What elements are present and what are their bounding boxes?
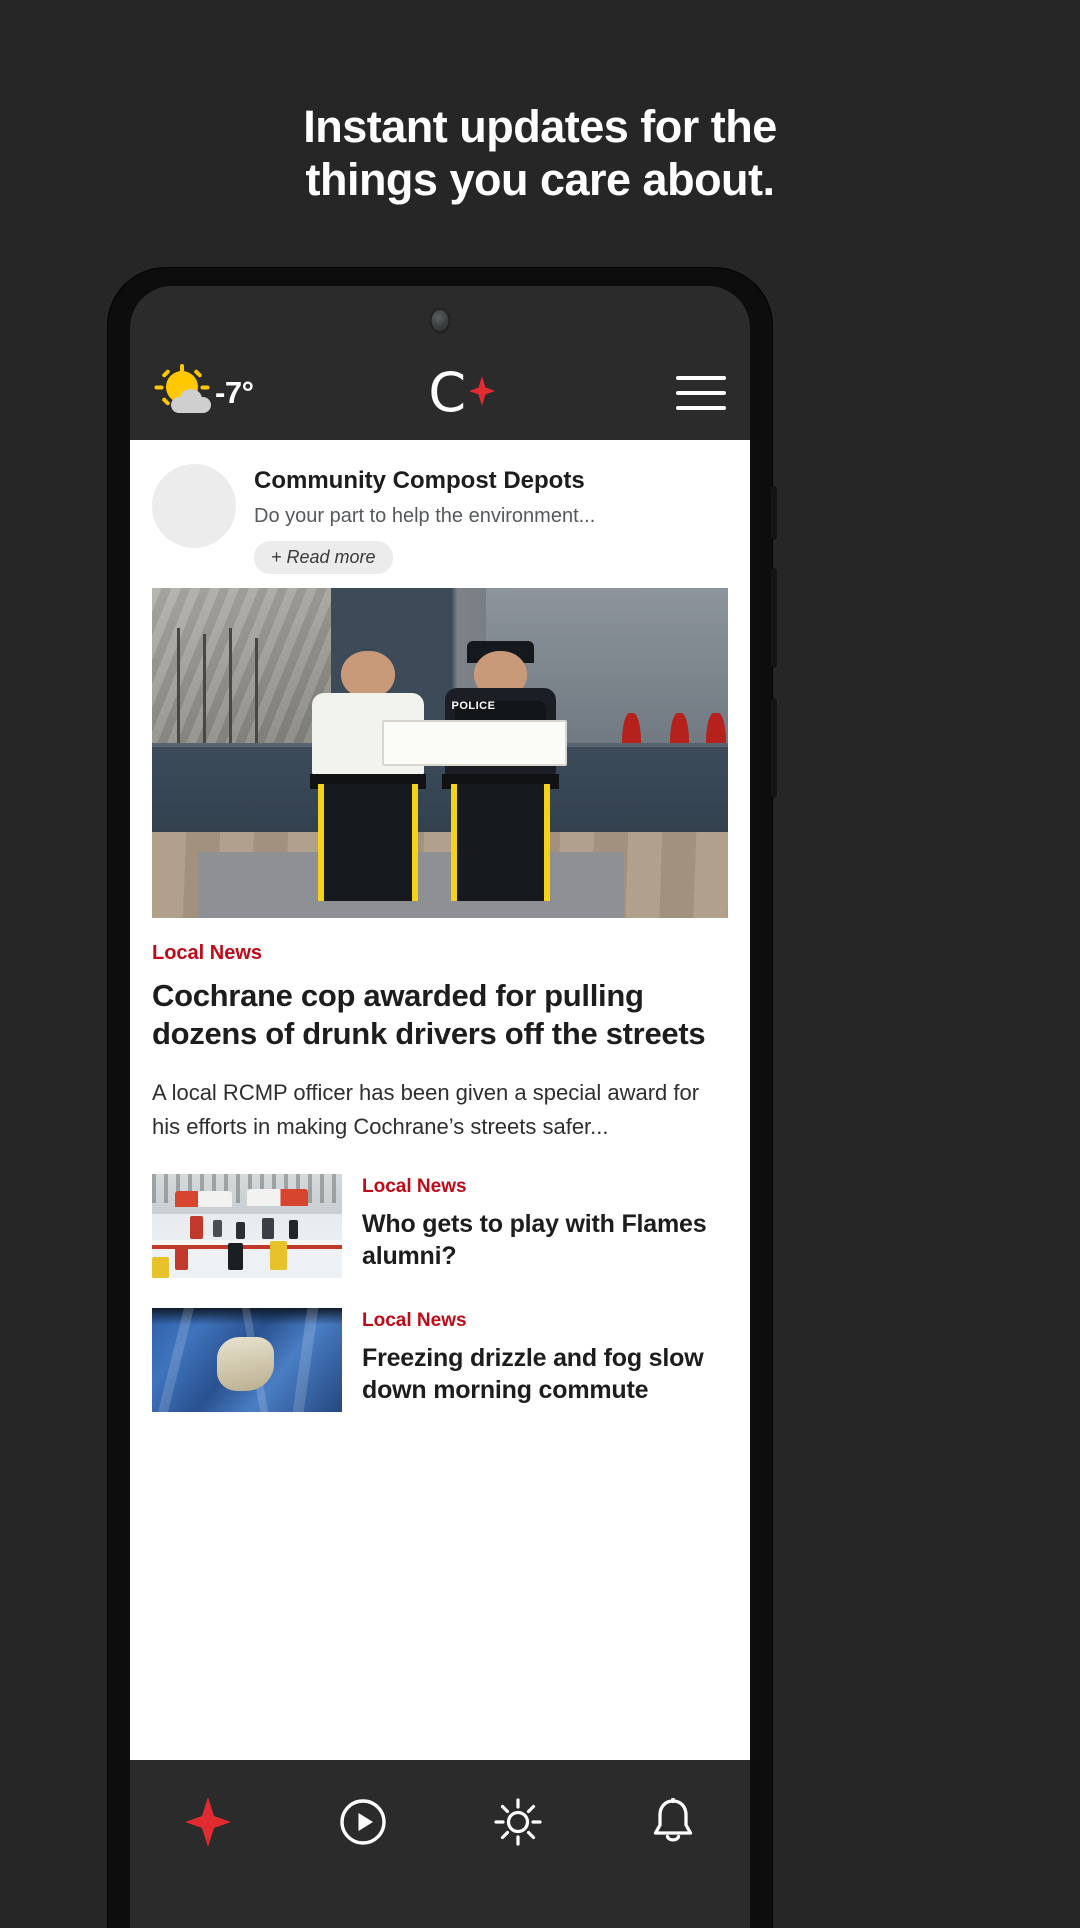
app-header: -7° C [130,346,750,440]
nav-item-weather[interactable] [440,1792,595,1856]
promo-headline-line-2: things you care about. [305,154,775,206]
featured-article-excerpt: A local RCMP officer has been given a sp… [152,1079,700,1139]
list-item-category[interactable]: Local News [362,1310,728,1332]
front-camera-icon [431,310,449,331]
nav-item-video[interactable] [285,1792,440,1856]
photo-police-label: POLICE [451,700,496,713]
article-thumbnail-tarp [152,1308,342,1413]
list-item[interactable]: Local News Who gets to play with Flames … [152,1174,728,1279]
nav-item-notifications[interactable] [595,1792,750,1856]
read-more-button[interactable]: + Read more [254,541,393,574]
compost-promo-subtitle: Do your part to help the environment... [254,505,596,527]
compost-promo-avatar [152,464,236,548]
weather-widget[interactable]: -7° [154,364,254,419]
promo-headline-line-1: Instant updates for the [303,101,777,152]
list-item[interactable]: Local News Freezing drizzle and fog slow… [152,1308,728,1413]
phone-side-button-volume [771,568,777,668]
compost-promo-card[interactable]: Community Compost Depots Do your part to… [130,440,750,588]
weather-sun-icon [493,1797,542,1851]
list-item-category[interactable]: Local News [362,1176,728,1198]
featured-article[interactable]: POLICE Local News Cochrane cop awarded f… [130,588,750,1144]
list-item-title[interactable]: Freezing drizzle and fog slow down morni… [362,1343,728,1406]
photo-award-certificate [382,720,567,767]
hamburger-menu-icon[interactable] [676,372,726,414]
compost-promo-title: Community Compost Depots [254,467,585,494]
sparkle-icon [184,1796,231,1852]
photo-officer-left [308,650,429,902]
phone-screen: -7° C Community Compost Depots Do your p… [130,286,750,1928]
list-item-title[interactable]: Who gets to play with Flames alumni? [362,1209,728,1272]
bottom-navigation-bar [130,1760,750,1928]
featured-article-title[interactable]: Cochrane cop awarded for pulling dozens … [152,977,728,1054]
app-logo-letter: C [428,361,467,424]
phone-side-button-power [771,698,777,798]
article-thumbnail-hockey [152,1174,342,1279]
play-circle-icon [339,1798,386,1850]
article-list: Local News Who gets to play with Flames … [130,1144,750,1413]
sparkle-icon [469,375,496,411]
promo-headline: Instant updates for the things you care … [0,100,1080,206]
featured-article-photo: POLICE [152,588,728,918]
photo-officer-right [440,640,561,902]
app-content-feed: Community Compost Depots Do your part to… [130,440,750,1760]
phone-mockup: -7° C Community Compost Depots Do your p… [108,268,777,1928]
sun-behind-cloud-icon [154,364,212,419]
app-logo[interactable]: C [247,366,676,420]
bell-icon [652,1796,694,1851]
featured-article-category[interactable]: Local News [152,942,728,965]
phone-side-button-mute [771,486,777,540]
nav-item-home[interactable] [130,1792,285,1856]
